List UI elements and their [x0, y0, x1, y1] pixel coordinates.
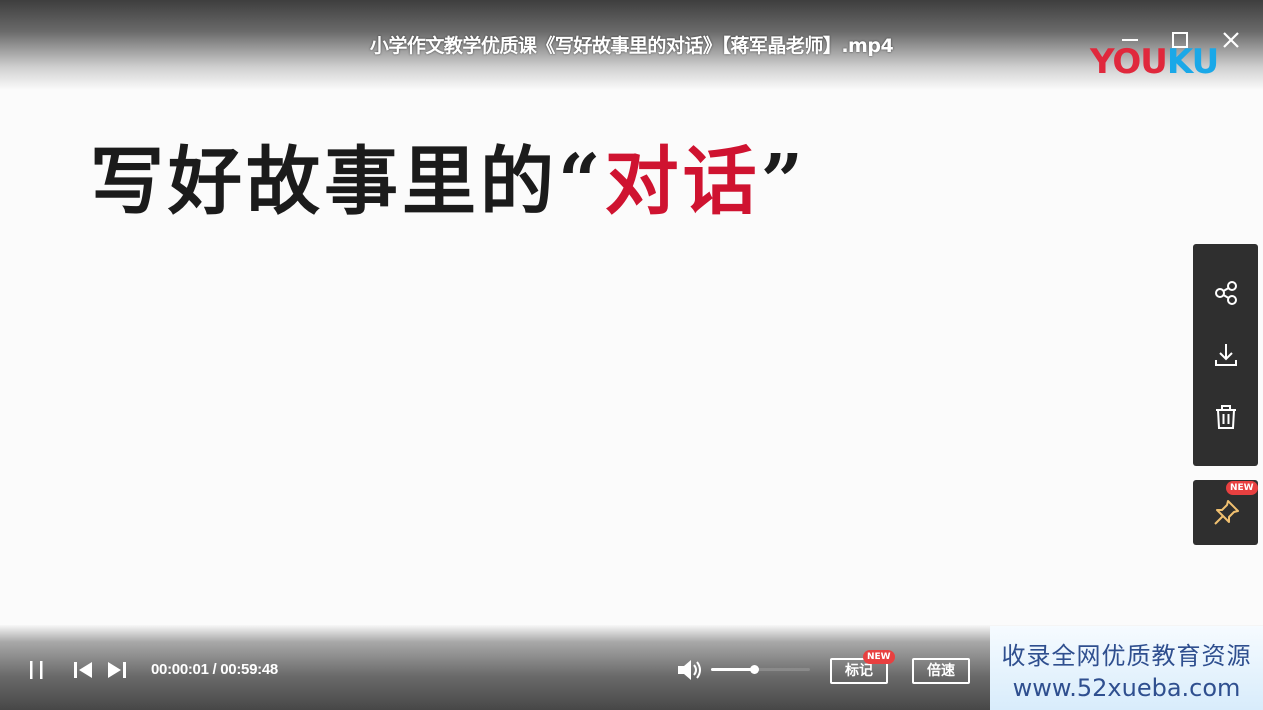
- heading-main: 写好故事里的: [90, 139, 558, 225]
- close-icon: [1223, 32, 1239, 48]
- download-button[interactable]: [1193, 325, 1258, 385]
- volume-fill: [711, 668, 754, 671]
- download-icon: [1214, 344, 1237, 366]
- volume-knob[interactable]: [749, 665, 759, 674]
- close-quote: ”: [760, 139, 808, 225]
- open-quote: “: [558, 139, 605, 225]
- minimize-button[interactable]: [1116, 26, 1144, 54]
- side-action-panel: [1193, 244, 1258, 466]
- minimize-icon: [1122, 39, 1138, 41]
- trash-icon: [1215, 405, 1236, 429]
- skip-back-icon: [74, 662, 92, 678]
- youku-logo: YOUKU: [1090, 44, 1219, 80]
- promo-url: www.52xueba.com: [1012, 674, 1241, 702]
- share-icon: [1214, 281, 1237, 305]
- pause-button[interactable]: [27, 659, 47, 681]
- pause-icon: [30, 661, 43, 679]
- volume-slider[interactable]: [711, 665, 810, 674]
- promo-watermark: 收录全网优质教育资源 www.52xueba.com: [990, 626, 1263, 710]
- delete-button[interactable]: [1193, 387, 1258, 447]
- skip-forward-icon: [108, 662, 126, 678]
- share-button[interactable]: [1193, 263, 1258, 323]
- next-button[interactable]: [106, 659, 128, 681]
- time-separator: /: [208, 661, 221, 678]
- volume-button[interactable]: [676, 658, 704, 682]
- mark-new-badge: NEW: [863, 650, 895, 664]
- heading-highlight: 对话: [604, 139, 761, 225]
- close-button[interactable]: [1217, 26, 1245, 54]
- maximize-icon: [1172, 32, 1188, 48]
- previous-button[interactable]: [72, 659, 94, 681]
- promo-slogan: 收录全网优质教育资源: [1001, 642, 1252, 670]
- maximize-button[interactable]: [1166, 26, 1194, 54]
- speed-button[interactable]: 倍速: [912, 658, 970, 684]
- window-title: 小学作文教学优质课《写好故事里的对话》【蒋军晶老师】.mp4: [369, 35, 894, 57]
- speaker-icon: [678, 660, 701, 680]
- time-total: 00:59:48: [220, 661, 278, 678]
- pin-new-badge: NEW: [1226, 481, 1258, 495]
- pin-icon: [1213, 499, 1239, 525]
- slide-heading: 写好故事里的“对话”: [90, 132, 807, 232]
- time-current: 00:00:01: [151, 661, 209, 678]
- time-display: 00:00:01 / 00:59:48: [151, 661, 278, 678]
